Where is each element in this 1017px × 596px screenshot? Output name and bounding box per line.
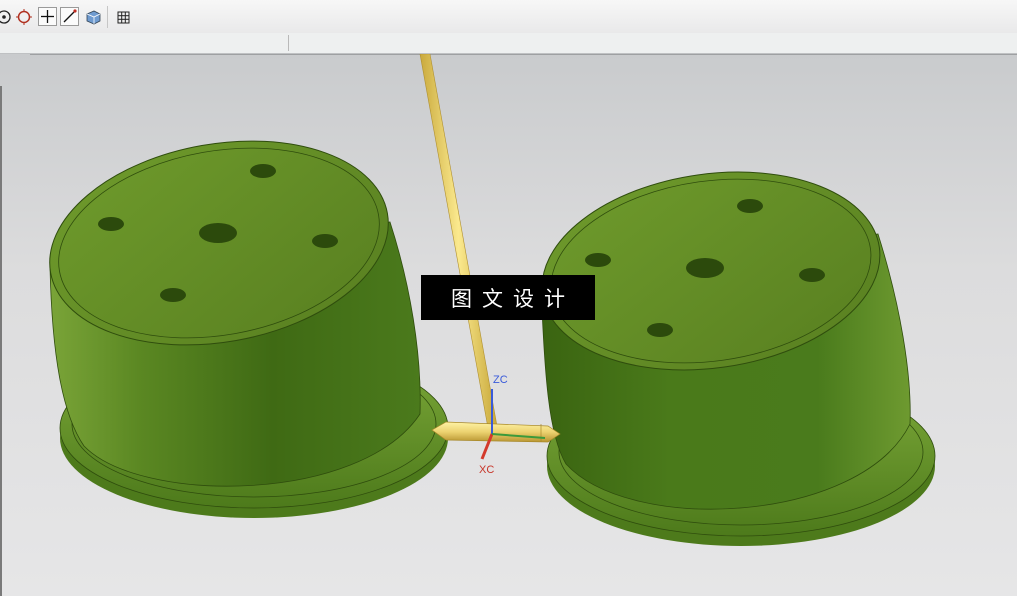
status-bar-divider [288,35,289,51]
circle-snap-icon[interactable] [14,7,33,26]
target-icon[interactable] [0,7,13,26]
cube-view-icon[interactable] [83,7,102,26]
wcs-triad [480,389,546,460]
graphics-viewport[interactable]: ZC XC 图文设计 [0,54,1017,596]
status-bar [0,33,1017,54]
watermark: 图文设计 [421,275,595,320]
right-molded-part [540,171,936,546]
crosshair-icon[interactable] [38,7,57,26]
model-scene [49,54,936,546]
grid-icon[interactable] [113,7,132,26]
zc-axis-label: ZC [493,374,508,386]
runner [431,421,561,443]
toolbar-separator [107,6,108,28]
xc-axis-label: XC [479,464,495,476]
toolbar [0,0,1017,34]
line-icon[interactable] [60,7,79,26]
sprue [419,54,498,429]
left-molded-part [49,140,449,518]
